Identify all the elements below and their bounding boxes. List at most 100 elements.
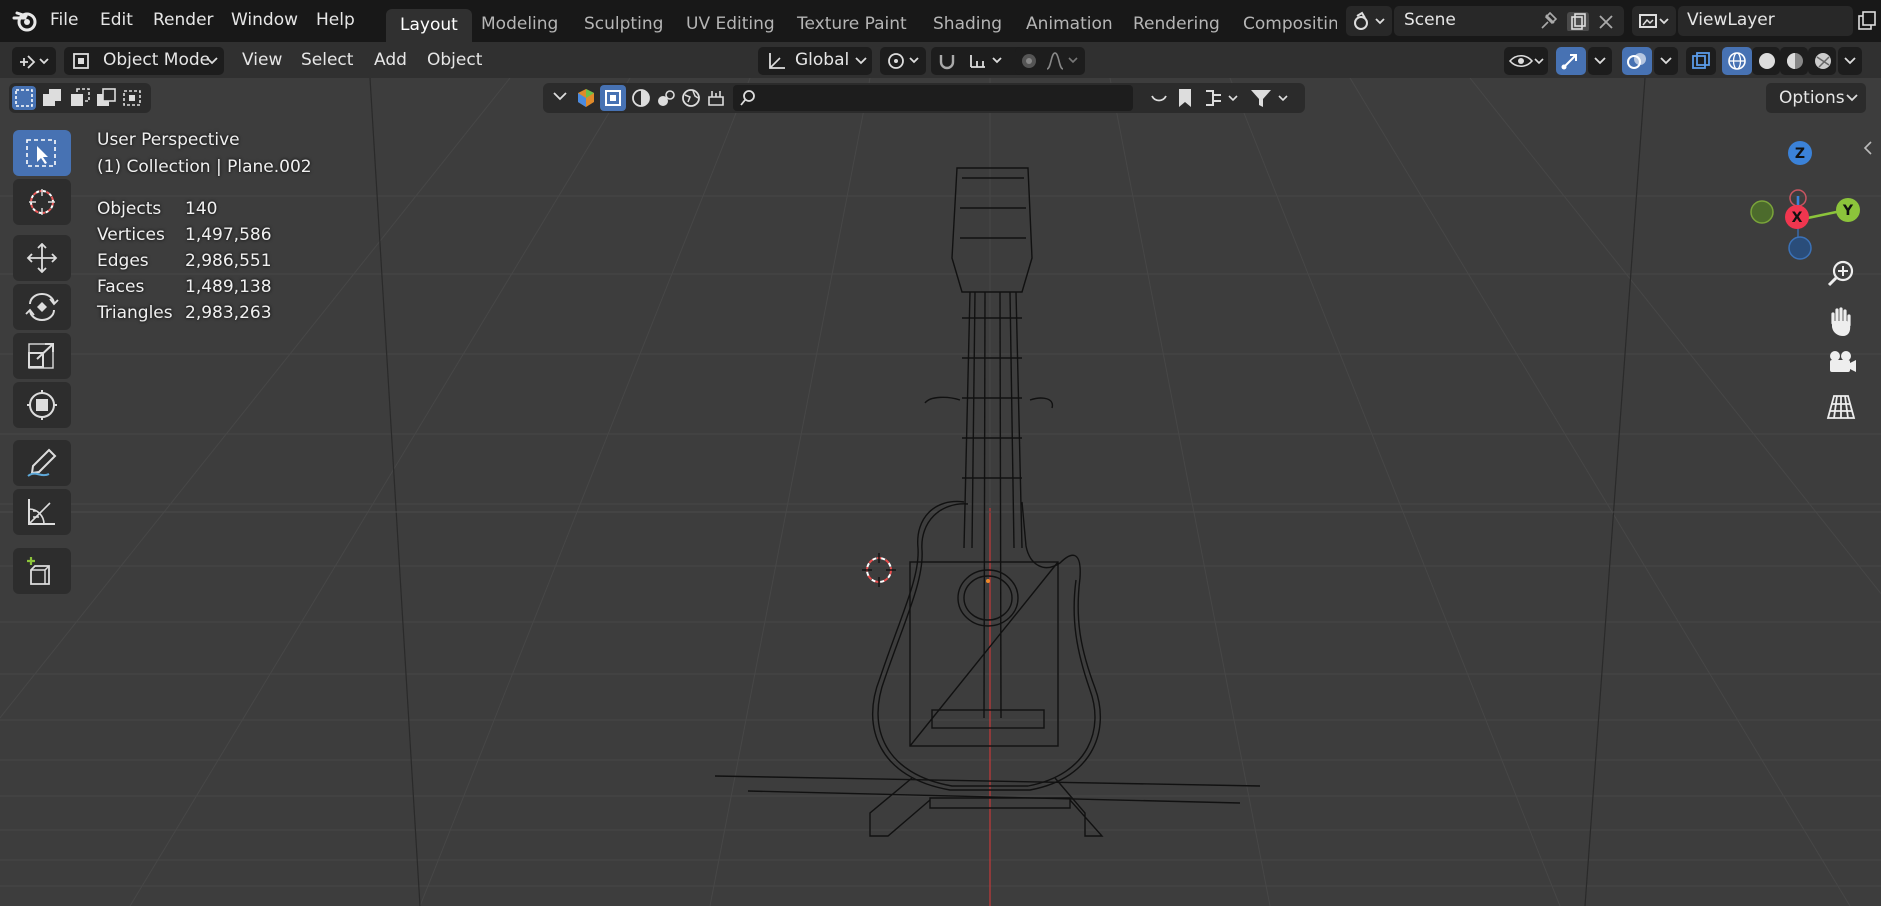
snap-icon [939,55,1002,70]
pivot-point-selector[interactable] [880,47,926,75]
tab-shading[interactable]: Shading [919,10,1016,40]
select-subtract-icon[interactable] [68,86,92,110]
visibility-selector[interactable] [1504,47,1548,75]
select-intersect-icon[interactable] [121,86,145,110]
measure-icon [28,499,55,525]
editor-type-button[interactable] [12,47,56,75]
hand-icon [1831,307,1851,336]
xray-toggle[interactable] [1686,47,1716,75]
transform-icon [27,390,57,420]
scene-browse-button[interactable] [1346,6,1392,36]
tab-compositing[interactable]: Compositing [1229,10,1337,40]
menu-object[interactable]: Object [427,50,482,70]
add-viewlayer-icon[interactable] [1856,10,1878,32]
solid-sphere-icon [1759,53,1775,69]
object-editor-icon [20,55,49,69]
search-icon [740,90,755,106]
options-button[interactable]: Options [1766,83,1866,113]
stat-triangles-label: Triangles [97,303,173,323]
zoom-button[interactable] [1820,253,1862,295]
viewlayer-name-field[interactable]: ViewLayer [1678,6,1853,36]
filter-solid-icon[interactable] [630,87,652,109]
perspective-toggle-button[interactable] [1820,386,1862,428]
axis-y-label: Y [1842,203,1854,219]
viewlayer-browse-button[interactable] [1632,6,1676,36]
tab-sculpting[interactable]: Sculpting [570,10,677,40]
chevron-down-icon[interactable] [553,92,567,102]
menu-window[interactable]: Window [231,10,298,30]
overlays-toggle[interactable] [1622,47,1652,75]
sort-icon[interactable] [1203,87,1243,109]
tool-rotate[interactable] [13,284,71,330]
tool-transform[interactable] [13,382,71,428]
menu-help[interactable]: Help [316,10,355,30]
object-types-icon[interactable] [575,87,597,109]
tool-scale[interactable] [13,333,71,379]
cursor-icon [29,189,55,215]
overlays-icon [1627,53,1646,69]
tool-select-box[interactable] [13,130,71,176]
mode-label: Object Mode [103,50,211,70]
menu-edit[interactable]: Edit [100,10,133,30]
filter-selectable-button[interactable] [600,85,626,111]
shading-rendered-button[interactable] [1808,47,1836,75]
transform-orientation-selector[interactable]: Global [758,47,872,75]
tab-rendering[interactable]: Rendering [1119,10,1234,40]
menu-file[interactable]: File [50,10,78,30]
navigation-gizmo[interactable]: Z Y X [1735,130,1865,260]
gizmo-toggle[interactable] [1556,47,1586,75]
camera-icon [1830,351,1856,372]
select-difference-icon[interactable] [94,86,118,110]
eye-icon [1508,54,1544,68]
menu-view[interactable]: View [242,50,282,70]
3d-viewport[interactable]: Options User Perspective (1) Collection … [0,78,1881,906]
shading-dropdown[interactable] [1838,47,1862,75]
stat-objects-value: 140 [185,199,218,219]
collection-info: (1) Collection | Plane.002 [97,157,312,177]
tab-animation[interactable]: Animation [1012,10,1127,40]
menu-select[interactable]: Select [301,50,353,70]
menu-add[interactable]: Add [374,50,407,70]
axis-x-label: X [1792,210,1803,226]
filter-toggle-icon[interactable] [1148,87,1170,109]
tab-uv-editing[interactable]: UV Editing [672,10,789,40]
select-new-button[interactable] [12,86,36,110]
stat-vertices-label: Vertices [97,225,165,245]
select-extend-icon[interactable] [40,86,64,110]
stat-faces-label: Faces [97,277,145,297]
menu-render[interactable]: Render [153,10,214,30]
xray-icon [1692,52,1710,69]
filter-render-icon[interactable] [705,87,727,109]
tool-annotate[interactable] [13,440,71,486]
rendered-sphere-icon [1815,53,1831,69]
overlays-dropdown[interactable] [1654,47,1678,75]
gizmo-dropdown[interactable] [1588,47,1612,75]
scene-name-field[interactable]: Scene [1394,6,1624,36]
blender-logo-icon[interactable] [12,9,38,33]
tab-layout[interactable]: Layout [386,9,472,42]
filter-funnel-icon[interactable] [1249,87,1295,109]
filter-world-icon[interactable] [680,87,702,109]
filter-particles-icon[interactable] [655,87,677,109]
tab-modeling[interactable]: Modeling [467,10,572,40]
close-icon [1599,15,1613,29]
tool-cursor[interactable] [13,179,71,225]
shading-solid-button[interactable] [1752,47,1780,75]
chevron-down-icon [1660,57,1672,65]
axis-neg-z-handle [1788,236,1812,260]
annotate-icon [27,448,57,477]
tool-add-cube[interactable] [13,548,71,594]
snapping-group[interactable] [931,47,1027,75]
camera-view-button[interactable] [1820,342,1862,384]
shading-material-button[interactable] [1780,47,1808,75]
tool-move[interactable] [13,235,71,281]
bookmark-icon[interactable] [1176,87,1194,109]
tool-measure[interactable] [13,489,71,535]
mode-selector[interactable]: Object Mode [64,47,224,75]
tab-texture-paint[interactable]: Texture Paint [783,10,921,40]
shading-wireframe-button[interactable] [1722,47,1752,75]
viewport-filter-bar [543,83,1305,113]
pan-button[interactable] [1820,301,1862,343]
proportional-editing-group[interactable] [1015,47,1085,75]
search-input[interactable] [733,85,1133,111]
